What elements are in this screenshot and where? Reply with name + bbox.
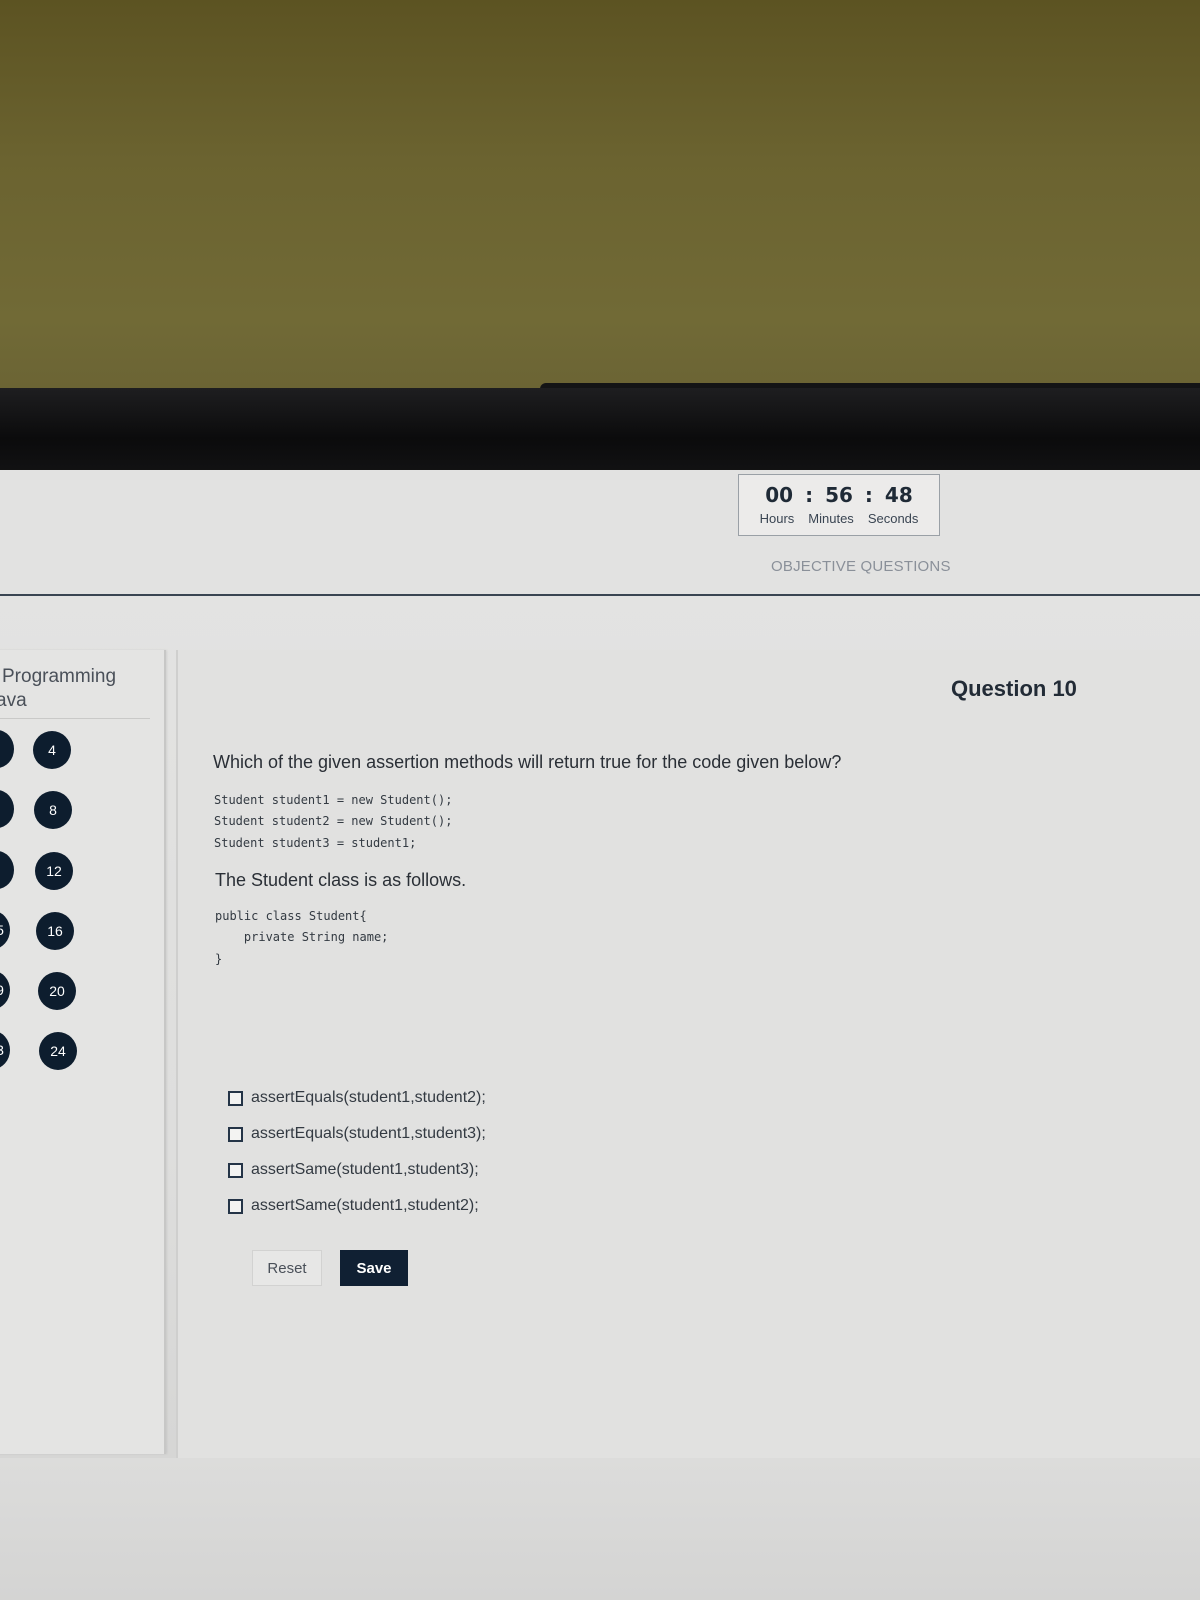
option-label: assertEquals(student1,student2); <box>251 1089 486 1106</box>
monitor-bezel <box>0 388 1200 472</box>
code-line: Student student1 = new Student(); <box>214 793 453 807</box>
question-nav-button-8[interactable]: 8 <box>34 791 72 829</box>
question-text: Which of the given assertion methods wil… <box>213 752 842 772</box>
question-nav-button-16[interactable]: 16 <box>36 912 74 950</box>
background-wall <box>0 0 1200 400</box>
code-line: Student student2 = new Student(); <box>214 814 453 828</box>
option-label: assertSame(student1,student3); <box>251 1161 479 1178</box>
timer-digits: 00 : 56 : 48 <box>739 483 939 507</box>
option-checkbox[interactable] <box>228 1198 243 1214</box>
code-line: private String name; <box>215 930 389 944</box>
answer-option[interactable]: assertSame(student1,student2); <box>228 1197 479 1215</box>
question-sidebar <box>0 650 166 1454</box>
question-nav-button-12[interactable]: 12 <box>35 852 73 890</box>
code-line: public class Student{ <box>215 909 367 923</box>
option-label: assertSame(student1,student2); <box>251 1197 479 1214</box>
timer-label-hours: Hours <box>759 511 795 526</box>
sidebar-subtitle: ava <box>0 690 27 711</box>
page-header <box>0 470 1200 596</box>
timer-label-seconds: Seconds <box>867 511 919 526</box>
timer-seconds: 48 <box>884 483 913 507</box>
sidebar-divider <box>0 718 150 719</box>
timer-labels: Hours Minutes Seconds <box>739 511 939 526</box>
timer-minutes: 56 <box>825 483 853 507</box>
screen-bottom <box>0 1458 1200 1600</box>
answer-option[interactable]: assertEquals(student1,student3); <box>228 1125 486 1143</box>
question-subtext: The Student class is as follows. <box>215 870 467 890</box>
code-line: } <box>215 952 223 966</box>
timer-hours: 00 <box>765 483 794 507</box>
option-checkbox[interactable] <box>228 1126 243 1142</box>
reset-button[interactable]: Reset <box>252 1250 322 1286</box>
option-checkbox[interactable] <box>228 1090 243 1106</box>
answer-option[interactable]: assertEquals(student1,student2); <box>228 1089 486 1107</box>
countdown-timer: 00 : 56 : 48 Hours Minutes Seconds <box>738 474 940 536</box>
timer-separator: : <box>805 483 814 507</box>
question-nav-button-20[interactable]: 20 <box>38 972 76 1010</box>
section-tab-objective-questions[interactable]: OBJECTIVE QUESTIONS <box>771 558 951 575</box>
timer-label-minutes: Minutes <box>808 511 854 526</box>
sidebar-title: Programming <box>2 666 117 687</box>
option-label: assertEquals(student1,student3); <box>251 1125 486 1142</box>
option-checkbox[interactable] <box>228 1162 243 1178</box>
answer-option[interactable]: assertSame(student1,student3); <box>228 1161 479 1179</box>
question-number: Question 10 <box>951 676 1077 701</box>
question-nav-button-24[interactable]: 24 <box>39 1032 77 1070</box>
question-nav-button-4[interactable]: 4 <box>33 731 71 769</box>
save-button[interactable]: Save <box>340 1250 408 1286</box>
code-line: Student student3 = student1; <box>214 836 417 850</box>
timer-separator: : <box>864 483 873 507</box>
